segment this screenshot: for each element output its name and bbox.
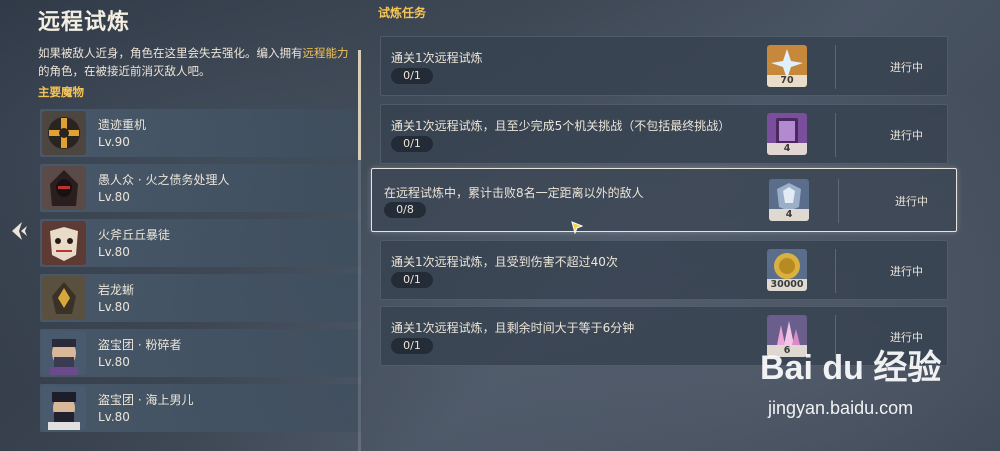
task-item-selected[interactable]: 在远程试炼中，累计击败8名一定距离以外的敌人 0/8 4 进行中 [371,168,957,232]
reward-count: 4 [767,143,807,155]
reward-count: 4 [769,209,809,221]
left-panel: 远程试炼 如果被敌人近身，角色在这里会失去强化。编入拥有远程能力的角色，在被接近… [28,0,366,451]
treasure-hoarder-seaman-icon [42,386,86,430]
geovishap-icon [42,276,86,320]
watermark-url: jingyan.baidu.com [768,398,914,418]
mouse-cursor-icon [570,219,584,235]
monster-name: 火斧丘丘暴徒 [98,228,171,242]
task-status: 进行中 [890,265,923,278]
monster-item[interactable]: 愚人众 · 火之债务处理人 Lv.80 [40,164,362,212]
monster-list-scrollbar[interactable] [358,50,361,451]
fatui-pyro-agent-icon [42,166,86,210]
task-status: 进行中 [890,129,923,142]
monster-name: 愚人众 · 火之债务处理人 [98,173,230,187]
primogem-icon[interactable]: 70 [767,45,807,87]
task-progress: 0/1 [391,68,433,84]
pyro-hilichurl-brute-icon [42,221,86,265]
divider [835,45,836,89]
reward-count: 70 [767,75,807,87]
task-progress: 0/1 [391,272,433,288]
task-item[interactable]: 通关1次远程试炼 0/1 70 进行中 [380,36,948,96]
monster-level: Lv.80 [98,300,130,314]
task-description: 通关1次远程试炼，且受到伤害不超过40次 [391,255,618,269]
monster-name: 遗迹重机 [98,118,147,132]
back-arrow-icon[interactable] [8,219,30,243]
mora-icon[interactable]: 30000 [767,249,807,291]
task-description: 通关1次远程试炼，且剩余时间大于等于6分钟 [391,321,635,335]
monster-name: 岩龙蜥 [98,283,135,297]
task-progress: 0/1 [391,136,433,152]
baidu-watermark: Bai du 经验 jingyan.baidu.com [760,340,985,430]
monster-item[interactable]: 火斧丘丘暴徒 Lv.80 [40,219,362,267]
ranged-highlight: 远程能力 [302,46,349,60]
reward-count: 30000 [767,279,807,291]
monster-item[interactable]: 遗迹重机 Lv.90 [40,109,362,157]
scroll-thumb[interactable] [358,50,361,160]
task-progress: 0/1 [391,338,433,354]
monster-level: Lv.80 [98,190,130,204]
page-title: 远程试炼 [38,10,131,35]
divider [835,249,836,293]
task-item[interactable]: 通关1次远程试炼，且至少完成5个机关挑战（不包括最终挑战） 0/1 4 进行中 [380,104,948,164]
ruin-grader-icon [42,111,86,155]
monster-item[interactable]: 岩龙蜥 Lv.80 [40,274,362,322]
monster-level: Lv.80 [98,410,130,424]
task-item[interactable]: 通关1次远程试炼，且受到伤害不超过40次 0/1 30000 进行中 [380,240,948,300]
tasks-section-label: 试炼任务 [378,6,427,20]
task-description: 在远程试炼中，累计击败8名一定距离以外的敌人 [384,186,644,200]
challenge-description: 如果被敌人近身，角色在这里会失去强化。编入拥有远程能力的角色，在被接近前消灭敌人… [38,46,349,78]
monster-item[interactable]: 盗宝团 · 粉碎者 Lv.80 [40,329,362,377]
monsters-section-label: 主要魔物 [38,85,84,99]
task-description: 通关1次远程试炼，且至少完成5个机关挑战（不包括最终挑战） [391,119,731,133]
monster-list: 遗迹重机 Lv.90 愚人众 · 火之债务处理人 Lv.80 火斧丘丘暴徒 Lv… [40,109,362,439]
monster-level: Lv.80 [98,355,130,369]
task-description: 通关1次远程试炼 [391,51,483,65]
watermark-logo: Bai du 经验 [760,349,942,387]
task-progress: 0/8 [384,202,426,218]
monster-name: 盗宝团 · 粉碎者 [98,338,182,352]
divider [838,179,839,223]
monster-level: Lv.80 [98,245,130,259]
treasure-hoarder-crusher-icon [42,331,86,375]
divider [835,113,836,157]
mystic-enhancement-ore-icon[interactable]: 4 [769,179,809,221]
monster-item[interactable]: 盗宝团 · 海上男儿 Lv.80 [40,384,362,432]
monster-level: Lv.90 [98,135,130,149]
task-status: 进行中 [895,195,928,208]
heros-wit-icon[interactable]: 4 [767,113,807,155]
task-status: 进行中 [890,61,923,74]
monster-name: 盗宝团 · 海上男儿 [98,393,194,407]
